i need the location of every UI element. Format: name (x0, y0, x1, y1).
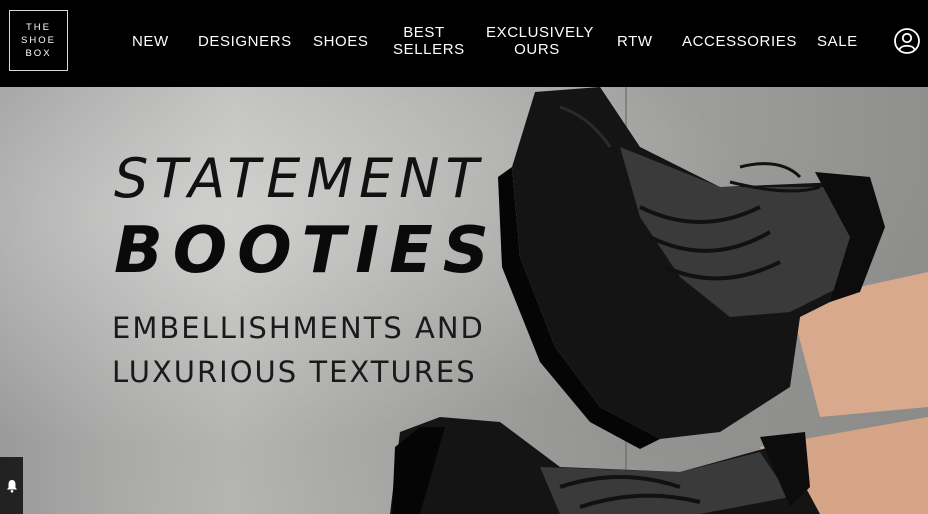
logo-line-the: THE (26, 22, 51, 33)
nav-best-sellers-line1: BEST (403, 24, 445, 41)
hero-headline-statement: STATEMENT (114, 147, 485, 210)
nav-exclusively-line1: EXCLUSIVELY (486, 24, 595, 41)
hero-subline-1: EMBELLISHMENTS AND (112, 311, 485, 345)
nav-sale[interactable]: SALE (817, 33, 858, 50)
nav-shoes[interactable]: SHOES (313, 33, 369, 50)
nav-exclusively-ours[interactable]: EXCLUSIVELY OURS (486, 24, 593, 58)
notification-button[interactable] (0, 457, 23, 514)
nav-best-sellers[interactable]: BEST SELLERS (393, 24, 464, 58)
nav-best-sellers-line2: SELLERS (393, 41, 465, 58)
hero-subline-2: LUXURIOUS TEXTURES (112, 355, 477, 389)
nav-designers[interactable]: DESIGNERS (198, 33, 292, 50)
top-navigation-bar: THE SHOE BOX NEW DESIGNERS SHOES BEST SE… (0, 0, 928, 87)
account-button[interactable] (894, 28, 920, 54)
hero-banner[interactable]: STATEMENT BOOTIES EMBELLISHMENTS AND LUX… (0, 87, 928, 514)
nav-accessories[interactable]: ACCESSORIES (682, 33, 797, 50)
nav-new[interactable]: NEW (132, 33, 169, 50)
logo-line-shoe: SHOE (21, 35, 56, 46)
bell-icon (6, 479, 17, 493)
nav-exclusively-line2: OURS (514, 41, 560, 58)
nav-rtw[interactable]: RTW (617, 33, 653, 50)
hero-headline-booties: BOOTIES (114, 214, 499, 288)
site-logo[interactable]: THE SHOE BOX (9, 10, 68, 71)
logo-line-box: BOX (25, 48, 52, 59)
user-icon (894, 28, 920, 54)
